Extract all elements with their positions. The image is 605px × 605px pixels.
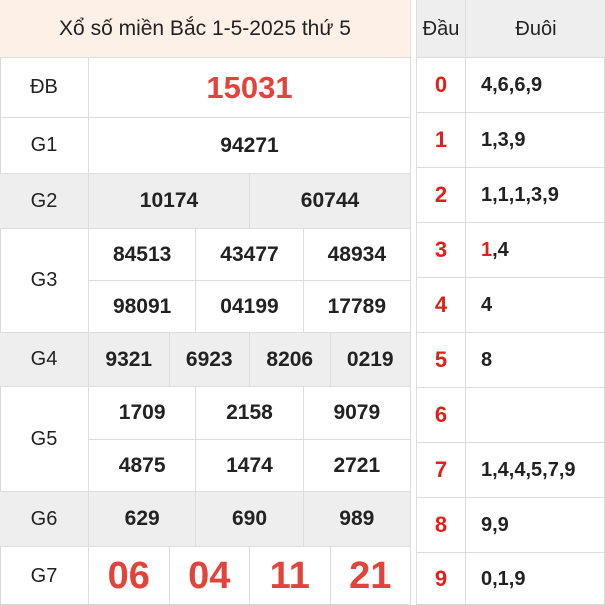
prize-number: 2721 [302,440,410,491]
duoi-digits: 4 [481,293,493,316]
loto-row: 6 [417,388,605,443]
prize-number: 84513 [112,242,172,266]
prize-label: ĐB [0,58,89,117]
prize-row-g3: G3 84513 43477 48934 98091 04199 17789 [0,229,410,333]
loto-row: 9 0,1,9 [417,553,605,605]
page-title: Xổ số miền Bắc 1-5-2025 thứ 5 [0,0,410,58]
header-duoi: Đuôi [515,17,557,40]
prize-number: 629 [124,507,160,530]
dau-digit: 5 [417,333,466,387]
dau-digit: 0 [417,58,466,112]
prize-number: 1709 [118,401,166,424]
loto-table: Đầu Đuôi 0 4,6,6,9 1 1,3,9 2 1,1,1,3,9 3… [416,0,605,605]
prize-row-g7: G7 06 04 11 21 [0,547,410,605]
loto-row: 5 8 [417,333,605,388]
prize-number: 2158 [195,387,302,439]
prize-number: 0219 [329,333,411,386]
prize-number: 43477 [195,229,302,280]
prize-row-db: ĐB 15031 [0,58,410,118]
prize-label: G7 [0,547,89,605]
dau-digit: 1 [417,113,466,167]
duoi-digits: 1,4 [481,238,509,261]
prize-number: 11 [249,547,330,605]
loto-row: 2 1,1,1,3,9 [417,168,605,223]
prize-label: G2 [0,174,89,228]
loto-row: 4 4 [417,278,605,333]
dau-digit: 3 [417,223,466,277]
prize-table: Xổ số miền Bắc 1-5-2025 thứ 5 ĐB 15031 G… [0,0,410,605]
prize-number: 4875 [118,453,166,477]
duoi-digits: 4,6,6,9 [481,73,543,96]
prize-number: 21 [329,547,411,605]
prize-number: 15031 [206,69,293,105]
prize-number: 04 [168,547,250,605]
prize-row-g2: G2 10174 60744 [0,174,410,229]
loto-row: 0 4,6,6,9 [417,58,605,113]
prize-number: 98091 [112,294,172,318]
dau-digit: 4 [417,278,466,332]
loto-header: Đầu Đuôi [417,0,605,58]
prize-row-g1: G1 94271 [0,118,410,174]
prize-number: 9079 [302,387,410,439]
prize-number: 17789 [302,281,410,332]
loto-row: 8 9,9 [417,498,605,553]
prize-number: 9321 [105,347,153,371]
duoi-digits: 1,3,9 [481,128,526,151]
duoi-digits: 0,1,9 [481,567,526,590]
dau-digit: 8 [417,498,466,552]
prize-number: 60744 [249,174,410,228]
loto-row: 7 1,4,4,5,7,9 [417,443,605,498]
prize-label: G4 [0,333,89,386]
prize-label: G3 [0,229,89,332]
prize-number: 8206 [249,333,330,386]
dau-digit: 2 [417,168,466,222]
prize-number: 06 [107,554,150,597]
prize-label: G5 [0,387,89,491]
prize-label: G1 [0,118,89,173]
loto-row: 1 1,3,9 [417,113,605,168]
dau-digit: 6 [417,388,466,442]
prize-number: 94271 [220,133,279,157]
prize-number: 690 [195,492,302,546]
dau-digit: 7 [417,443,466,497]
prize-label: G6 [0,492,89,546]
duoi-digits: 1,4,4,5,7,9 [481,458,576,481]
duoi-digits: 9,9 [481,513,509,536]
duoi-digits: 1,1,1,3,9 [481,183,559,206]
prize-row-g5: G5 1709 2158 9079 4875 1474 2721 [0,387,410,492]
prize-number: 1474 [195,440,302,491]
dau-digit: 9 [417,553,466,605]
prize-number: 04199 [195,281,302,332]
prize-number: 10174 [139,189,199,212]
prize-row-g4: G4 9321 6923 8206 0219 [0,333,410,387]
header-dau: Đầu [417,0,466,58]
prize-number: 989 [302,492,410,546]
prize-row-g6: G6 629 690 989 [0,492,410,547]
duoi-digits: 8 [481,348,493,371]
loto-row: 3 1,4 [417,223,605,278]
prize-number: 48934 [302,229,410,280]
prize-number: 6923 [168,333,250,386]
